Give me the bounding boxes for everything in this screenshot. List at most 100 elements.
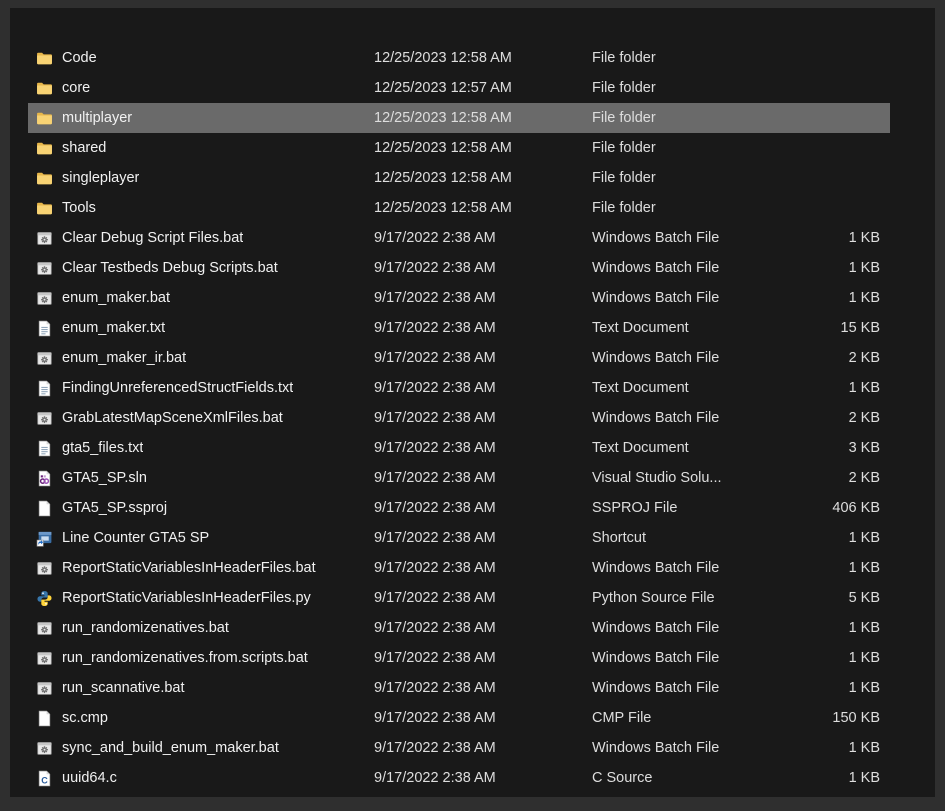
file-row[interactable]: GTA5_SP.sln 9/17/2022 2:38 AM Visual Stu… <box>28 463 890 493</box>
file-name: run_randomizenatives.bat <box>62 620 229 636</box>
file-name-cell: core <box>36 80 374 97</box>
file-row[interactable]: run_randomizenatives.from.scripts.bat 9/… <box>28 643 890 673</box>
file-date-modified: 9/17/2022 2:38 AM <box>374 290 496 306</box>
file-row[interactable]: enum_maker_ir.bat 9/17/2022 2:38 AM Wind… <box>28 343 890 373</box>
file-size: 1 KB <box>848 560 880 576</box>
file-name-cell: sync_and_build_enum_maker.bat <box>36 740 374 757</box>
file-date-modified: 9/17/2022 2:38 AM <box>374 260 496 276</box>
file-type: Text Document <box>592 440 689 456</box>
file-size: 2 KB <box>848 350 880 366</box>
file-row[interactable]: Clear Debug Script Files.bat 9/17/2022 2… <box>28 223 890 253</box>
file-name: GTA5_SP.ssproj <box>62 500 168 516</box>
file-row[interactable]: enum_maker.bat 9/17/2022 2:38 AM Windows… <box>28 283 890 313</box>
file-row[interactable]: FindingUnreferencedStructFields.txt 9/17… <box>28 373 890 403</box>
file-type: Text Document <box>592 380 689 396</box>
python-file-icon <box>36 590 53 607</box>
file-size: 2 KB <box>848 410 880 426</box>
file-row[interactable]: ReportStaticVariablesInHeaderFiles.py 9/… <box>28 583 890 613</box>
folder-icon <box>36 140 53 157</box>
file-type: File folder <box>592 170 656 186</box>
file-row[interactable]: GrabLatestMapSceneXmlFiles.bat 9/17/2022… <box>28 403 890 433</box>
file-type: Windows Batch File <box>592 620 720 636</box>
file-type: File folder <box>592 110 656 126</box>
file-name: run_scannative.bat <box>62 680 185 696</box>
file-name: multiplayer <box>62 110 133 126</box>
file-name-cell: enum_maker_ir.bat <box>36 350 374 367</box>
file-name: Clear Debug Script Files.bat <box>62 230 244 246</box>
file-date-modified: 9/17/2022 2:38 AM <box>374 380 496 396</box>
file-name-cell: Code <box>36 50 374 67</box>
file-name: GTA5_SP.sln <box>62 470 147 486</box>
file-row[interactable]: run_randomizenatives.bat 9/17/2022 2:38 … <box>28 613 890 643</box>
file-date-modified: 12/25/2023 12:58 AM <box>374 170 512 186</box>
file-row[interactable]: Code 12/25/2023 12:58 AM File folder <box>28 43 890 73</box>
file-name-cell: GrabLatestMapSceneXmlFiles.bat <box>36 410 374 427</box>
file-name: Tools <box>62 200 96 216</box>
c-source-icon: C <box>36 770 53 787</box>
file-row[interactable]: singleplayer 12/25/2023 12:58 AM File fo… <box>28 163 890 193</box>
file-date-modified: 9/17/2022 2:38 AM <box>374 320 496 336</box>
file-name: enum_maker.txt <box>62 320 166 336</box>
text-document-icon <box>36 380 53 397</box>
file-name-cell: Clear Testbeds Debug Scripts.bat <box>36 260 374 277</box>
file-row[interactable]: enum_maker.txt 9/17/2022 2:38 AM Text Do… <box>28 313 890 343</box>
file-row[interactable]: C uuid64.c 9/17/2022 2:38 AM C Source 1 … <box>28 763 890 793</box>
file-type: Windows Batch File <box>592 230 720 246</box>
file-name: GrabLatestMapSceneXmlFiles.bat <box>62 410 283 426</box>
explorer-pane: Code 12/25/2023 12:58 AM File folder cor… <box>10 8 935 797</box>
file-row[interactable]: run_scannative.bat 9/17/2022 2:38 AM Win… <box>28 673 890 703</box>
file-size: 1 KB <box>848 620 880 636</box>
file-name-cell: singleplayer <box>36 170 374 187</box>
file-type: Windows Batch File <box>592 290 720 306</box>
file-name-cell: C uuid64.c <box>36 770 374 787</box>
file-name-cell: FindingUnreferencedStructFields.txt <box>36 380 374 397</box>
file-name-cell: multiplayer <box>36 110 374 127</box>
file-date-modified: 9/17/2022 2:38 AM <box>374 680 496 696</box>
file-row[interactable]: shared 12/25/2023 12:58 AM File folder <box>28 133 890 163</box>
batch-file-icon <box>36 560 53 577</box>
file-date-modified: 12/25/2023 12:58 AM <box>374 200 512 216</box>
file-size: 5 KB <box>848 590 880 606</box>
file-type: Visual Studio Solu... <box>592 470 722 486</box>
file-date-modified: 9/17/2022 2:38 AM <box>374 470 496 486</box>
file-size: 3 KB <box>848 440 880 456</box>
file-size: 1 KB <box>848 530 880 546</box>
file-row[interactable]: multiplayer 12/25/2023 12:58 AM File fol… <box>28 103 890 133</box>
file-name: FindingUnreferencedStructFields.txt <box>62 380 294 396</box>
file-name-cell: gta5_files.txt <box>36 440 374 457</box>
file-name-cell: enum_maker.bat <box>36 290 374 307</box>
file-type: Windows Batch File <box>592 260 720 276</box>
file-name: ReportStaticVariablesInHeaderFiles.py <box>62 590 311 606</box>
file-row[interactable]: sc.cmp 9/17/2022 2:38 AM CMP File 150 KB <box>28 703 890 733</box>
file-type: Windows Batch File <box>592 560 720 576</box>
file-name: enum_maker.bat <box>62 290 171 306</box>
file-row[interactable]: Clear Testbeds Debug Scripts.bat 9/17/20… <box>28 253 890 283</box>
file-row[interactable]: Tools 12/25/2023 12:58 AM File folder <box>28 193 890 223</box>
file-date-modified: 12/25/2023 12:58 AM <box>374 140 512 156</box>
file-row[interactable]: GTA5_SP.ssproj 9/17/2022 2:38 AM SSPROJ … <box>28 493 890 523</box>
file-size: 1 KB <box>848 290 880 306</box>
file-type: Python Source File <box>592 590 715 606</box>
file-name: core <box>62 80 91 96</box>
file-date-modified: 9/17/2022 2:38 AM <box>374 590 496 606</box>
batch-file-icon <box>36 290 53 307</box>
file-row[interactable]: core 12/25/2023 12:57 AM File folder <box>28 73 890 103</box>
folder-icon <box>36 170 53 187</box>
file-row[interactable]: sync_and_build_enum_maker.bat 9/17/2022 … <box>28 733 890 763</box>
file-type: C Source <box>592 770 653 786</box>
file-row[interactable]: gta5_files.txt 9/17/2022 2:38 AM Text Do… <box>28 433 890 463</box>
file-name-cell: Clear Debug Script Files.bat <box>36 230 374 247</box>
file-row[interactable]: Line Counter GTA5 SP 9/17/2022 2:38 AM S… <box>28 523 890 553</box>
file-size: 406 KB <box>832 500 880 516</box>
batch-file-icon <box>36 230 53 247</box>
file-size: 1 KB <box>848 260 880 276</box>
file-type: File folder <box>592 50 656 66</box>
file-date-modified: 12/25/2023 12:58 AM <box>374 110 512 126</box>
file-size: 2 KB <box>848 470 880 486</box>
file-type: File folder <box>592 200 656 216</box>
file-name: sc.cmp <box>62 710 108 726</box>
folder-icon <box>36 80 53 97</box>
file-name-cell: run_randomizenatives.from.scripts.bat <box>36 650 374 667</box>
batch-file-icon <box>36 680 53 697</box>
file-row[interactable]: ReportStaticVariablesInHeaderFiles.bat 9… <box>28 553 890 583</box>
